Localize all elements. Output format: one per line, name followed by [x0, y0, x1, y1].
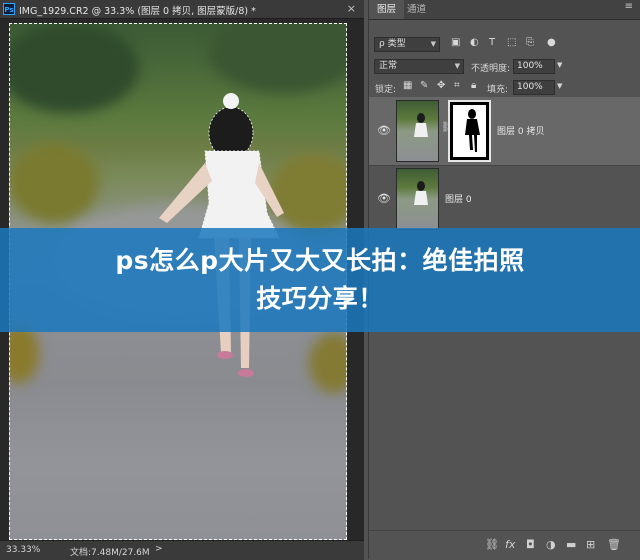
panel-menu-icon[interactable]: ≡ — [625, 1, 633, 12]
delete-icon[interactable]: 🗑︎ — [607, 538, 621, 551]
fill-field[interactable]: 100% — [513, 80, 555, 95]
layer-row[interactable]: 👁︎ 图层 0 — [369, 165, 640, 234]
smart-object-filter-icon[interactable]: ⎘ — [526, 37, 534, 48]
type-filter-icon[interactable]: T — [489, 37, 495, 48]
layer-row[interactable]: 👁︎ ⛓ 图层 0 拷贝 — [369, 97, 640, 166]
fill-value: 100% — [517, 82, 543, 92]
add-mask-icon[interactable]: ◘ — [526, 538, 535, 551]
thumbnail-girl — [414, 181, 428, 205]
layers-bottom-toolbar: ⛓ fx ◘ ◑ ▬ ⊞ 🗑︎ — [369, 530, 640, 560]
banner-line-2: 技巧分享！ — [256, 284, 384, 313]
image-filter-icon[interactable]: ▣ — [451, 37, 460, 48]
fx-icon[interactable]: fx — [505, 538, 515, 551]
thumbnail-girl — [414, 113, 428, 137]
status-menu-arrow-icon[interactable]: > — [155, 544, 163, 554]
layer-thumbnail[interactable] — [396, 100, 439, 162]
lock-image-pixels-icon[interactable]: ✎ — [420, 80, 428, 91]
layer-name[interactable]: 图层 0 — [445, 192, 472, 205]
zoom-level[interactable]: 33.33% — [6, 545, 40, 555]
opacity-slider-arrow-icon[interactable]: ▼ — [557, 61, 562, 69]
adjustment-layer-icon[interactable]: ◑ — [546, 538, 556, 551]
layer-thumbnail[interactable] — [396, 168, 439, 230]
document-tab[interactable]: Ps IMG_1929.CR2 @ 33.3% (图层 0 拷贝, 图层蒙版/8… — [0, 0, 364, 19]
lock-label: 锁定: — [375, 85, 397, 95]
opacity-value: 100% — [517, 61, 543, 71]
filter-toggle-icon[interactable]: ● — [547, 37, 556, 48]
lock-position-icon[interactable]: ✥ — [437, 80, 445, 91]
chevron-down-icon: ▼ — [430, 40, 436, 48]
shape-filter-icon[interactable]: ⬚ — [507, 37, 516, 48]
mask-white-area — [453, 105, 486, 157]
panel-tabs: 图层 通道 ≡ — [369, 0, 640, 20]
blend-mode-dropdown[interactable]: 正常 ▼ — [374, 59, 464, 74]
layer-name[interactable]: 图层 0 拷贝 — [497, 124, 544, 137]
adjustment-filter-icon[interactable]: ◐ — [470, 37, 479, 48]
eye-icon[interactable]: 👁︎ — [377, 124, 391, 137]
tab-channels[interactable]: 通道 — [399, 0, 434, 19]
layer-mask-thumbnail[interactable] — [448, 100, 491, 162]
chevron-down-icon: ▼ — [454, 62, 460, 70]
close-icon[interactable]: × — [347, 2, 356, 15]
lock-row: 锁定: ▦ ✎ ✥ ⌗ 🔒︎ 填充: 100% ▼ — [369, 77, 640, 99]
mask-silhouette — [465, 109, 480, 152]
group-icon[interactable]: ▬ — [566, 538, 576, 551]
title-banner: ps怎么p大片又大又长拍：绝佳拍照 技巧分享！ — [0, 228, 640, 332]
blend-mode-value: 正常 — [379, 61, 398, 71]
document-size: 文档:7.48M/27.6M — [70, 548, 150, 558]
banner-text: ps怎么p大片又大又长拍：绝佳拍照 技巧分享！ — [0, 242, 640, 318]
filter-kind-label: ρ 类型 — [379, 39, 406, 49]
opacity-label: 不透明度: — [471, 64, 511, 74]
opacity-field[interactable]: 100% — [513, 59, 555, 74]
fill-label: 填充: — [487, 85, 509, 95]
photoshop-logo-icon: Ps — [3, 3, 15, 15]
lock-artboard-icon[interactable]: ⌗ — [454, 80, 460, 91]
layer-filter-row: ρ 类型 ▼ ▣ ◐ T ⬚ ⎘ ● — [369, 34, 640, 56]
lock-transparent-pixels-icon[interactable]: ▦ — [403, 80, 412, 91]
status-bar: 33.33% 文档:7.48M/27.6M > — [0, 540, 364, 560]
link-layers-icon[interactable]: ⛓ — [485, 538, 499, 551]
document-title: IMG_1929.CR2 @ 33.3% (图层 0 拷贝, 图层蒙版/8) * — [19, 6, 256, 17]
fill-slider-arrow-icon[interactable]: ▼ — [557, 82, 562, 90]
filter-kind-dropdown[interactable]: ρ 类型 ▼ — [374, 37, 440, 52]
banner-line-1: ps怎么p大片又大又长拍：绝佳拍照 — [115, 246, 525, 275]
eye-icon[interactable]: 👁︎ — [377, 192, 391, 205]
blend-row: 正常 ▼ 不透明度: 100% ▼ — [369, 56, 640, 78]
new-layer-icon[interactable]: ⊞ — [586, 538, 595, 551]
lock-all-icon[interactable]: 🔒︎ — [471, 80, 476, 91]
